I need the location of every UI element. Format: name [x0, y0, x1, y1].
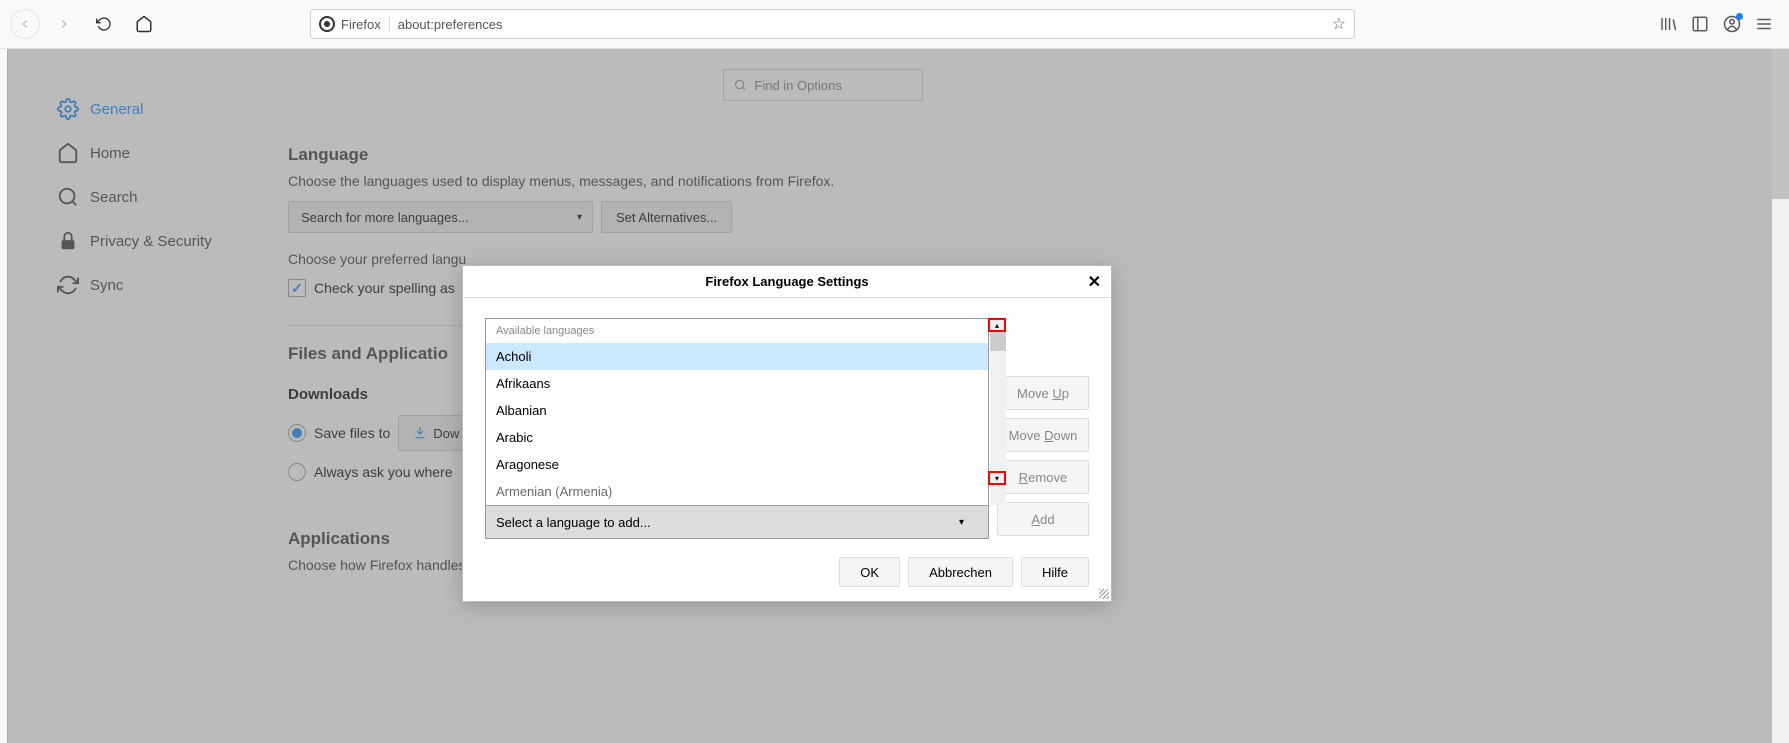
home-button[interactable] [128, 8, 160, 40]
lang-option[interactable]: Afrikaans [486, 370, 988, 397]
ok-button[interactable]: OK [839, 557, 900, 587]
chevron-down-icon: ▾ [959, 517, 964, 528]
dialog-close-button[interactable]: ✕ [1088, 272, 1101, 292]
firefox-icon [319, 16, 335, 32]
page-scroll-thumb[interactable] [1772, 49, 1789, 199]
add-button[interactable]: Add [997, 502, 1089, 536]
resize-grip[interactable] [1099, 589, 1109, 599]
nav-buttons [10, 8, 160, 40]
sidebar-toggle-icon[interactable] [1691, 15, 1709, 33]
language-dropdown: Available languages Acholi Afrikaans Alb… [485, 318, 989, 506]
page-scrollbar[interactable] [1772, 49, 1789, 743]
cancel-button[interactable]: Abbrechen [908, 557, 1013, 587]
scroll-down-button[interactable]: ▾ [988, 471, 1006, 485]
lang-option[interactable]: Aragonese [486, 451, 988, 478]
url-text: about:preferences [398, 17, 503, 32]
remove-button[interactable]: Remove [997, 460, 1089, 494]
lang-option[interactable]: Arabic [486, 424, 988, 451]
back-button [10, 9, 40, 39]
bookmark-star-icon[interactable]: ☆ [1332, 14, 1346, 34]
move-up-button[interactable]: Move Up [997, 376, 1089, 410]
forward-button [48, 8, 80, 40]
toolbar-right [1659, 15, 1779, 33]
identity-box[interactable]: Firefox [319, 16, 390, 32]
account-icon[interactable] [1723, 15, 1741, 33]
identity-label: Firefox [341, 17, 381, 32]
url-bar[interactable]: Firefox about:preferences ☆ [310, 9, 1355, 39]
lang-option[interactable]: Armenian (Armenia) [486, 478, 988, 505]
available-languages-header: Available languages [486, 319, 988, 343]
reload-button[interactable] [88, 8, 120, 40]
language-settings-dialog: Firefox Language Settings ✕ Available la… [462, 265, 1112, 602]
select-language-to-add[interactable]: Select a language to add... ▾ [485, 506, 989, 539]
dialog-title: Firefox Language Settings ✕ [463, 266, 1111, 298]
lang-option[interactable]: Acholi [486, 343, 988, 370]
dropdown-scroll-thumb[interactable] [990, 331, 1006, 351]
lang-option[interactable]: Albanian [486, 397, 988, 424]
help-button[interactable]: Hilfe [1021, 557, 1089, 587]
scroll-up-button[interactable]: ▴ [988, 318, 1006, 332]
library-icon[interactable] [1659, 15, 1677, 33]
browser-toolbar: Firefox about:preferences ☆ [0, 0, 1789, 49]
move-down-button[interactable]: Move Down [997, 418, 1089, 452]
menu-icon[interactable] [1755, 15, 1773, 33]
